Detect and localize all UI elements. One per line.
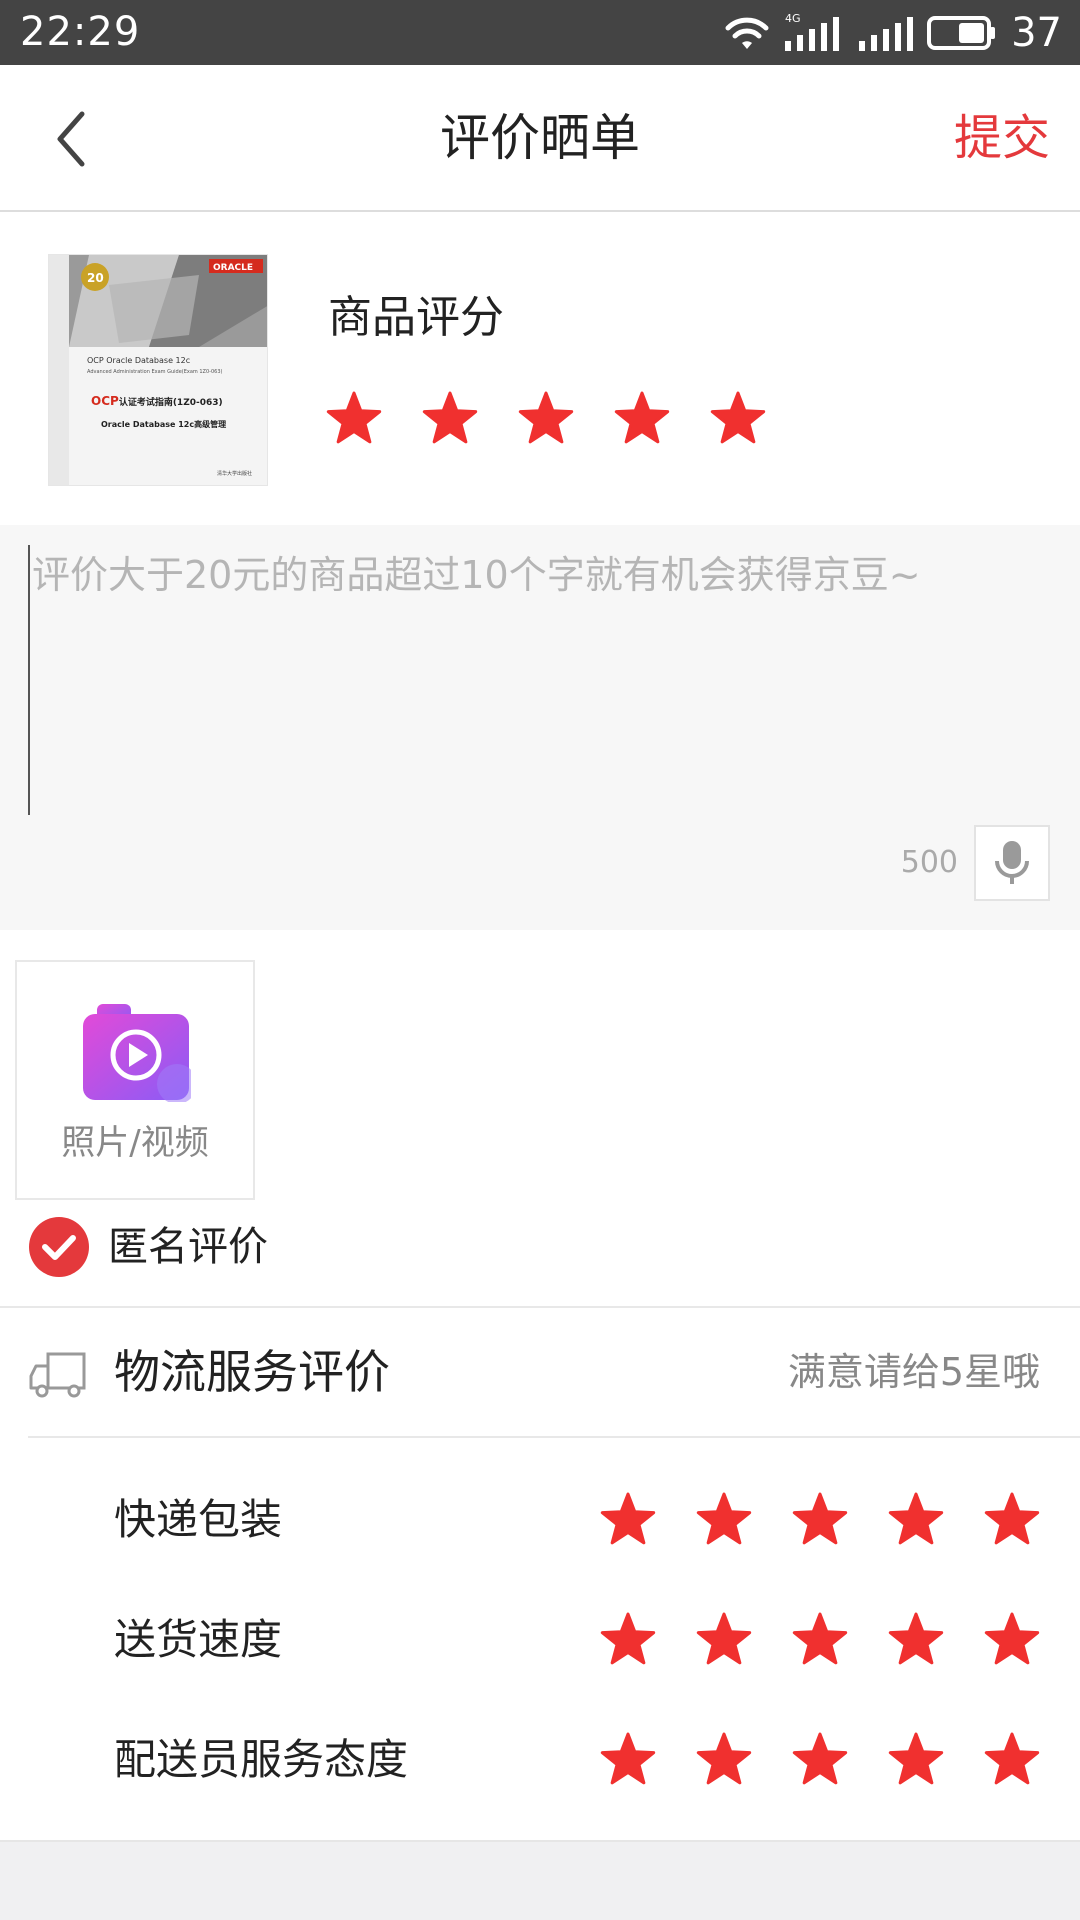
signal-4g-icon: 4G (785, 12, 840, 51)
star-icon[interactable] (710, 390, 766, 446)
divider (28, 1436, 1080, 1438)
voice-input-button[interactable] (974, 825, 1050, 901)
book-title-rest: 认证考试指南(1Z0-063) (119, 396, 223, 408)
book-brand: ORACLE (213, 263, 253, 273)
bottom-spacer (0, 1840, 1080, 1920)
star-icon[interactable] (888, 1611, 944, 1667)
logistics-header: 物流服务评价 满意请给5星哦 (0, 1308, 1080, 1438)
camera-video-icon (83, 1004, 191, 1102)
star-icon[interactable] (792, 1491, 848, 1547)
star-icon[interactable] (518, 390, 574, 446)
anonymous-label: 匿名评价 (108, 1224, 268, 1270)
review-textarea[interactable] (28, 545, 1048, 815)
delivery-speed-star-rating (600, 1611, 1040, 1667)
char-count: 500 (900, 845, 958, 880)
product-rating-section: 20 ORACLE OCP Oracle Database 12c Advanc… (0, 212, 1080, 525)
book-cover: 20 ORACLE OCP Oracle Database 12c Advanc… (49, 255, 267, 485)
rate-row-courier-service: 配送员服务态度 (0, 1700, 1080, 1820)
rate-label: 配送员服务态度 (114, 1735, 409, 1784)
microphone-icon (995, 841, 1029, 884)
book-title-ocp: OCP (91, 394, 119, 408)
book-publisher: 清华大学出版社 (217, 470, 252, 477)
truck-icon (29, 1352, 86, 1398)
star-icon[interactable] (600, 1611, 656, 1667)
anonymous-review-toggle[interactable]: 匿名评价 (28, 1212, 268, 1282)
star-icon[interactable] (696, 1491, 752, 1547)
courier-service-star-rating (600, 1731, 1040, 1787)
product-star-rating (326, 390, 766, 446)
star-icon[interactable] (696, 1731, 752, 1787)
star-icon[interactable] (326, 390, 382, 446)
upload-label: 照片/视频 (61, 1123, 209, 1163)
star-icon[interactable] (792, 1611, 848, 1667)
submit-button[interactable]: 提交 (954, 105, 1050, 171)
upload-photo-video-button[interactable]: 照片/视频 (15, 960, 255, 1200)
logistics-title: 物流服务评价 (114, 1345, 390, 1399)
book-subtitle: Oracle Database 12c高级管理 (101, 419, 226, 429)
product-image[interactable]: 20 ORACLE OCP Oracle Database 12c Advanc… (48, 254, 268, 486)
star-icon[interactable] (614, 390, 670, 446)
star-icon[interactable] (984, 1491, 1040, 1547)
status-icons: 4G 37 (725, 0, 1062, 65)
star-icon[interactable] (888, 1731, 944, 1787)
star-icon[interactable] (984, 1611, 1040, 1667)
signal-icon (859, 16, 914, 51)
rate-row-delivery-speed: 送货速度 (0, 1580, 1080, 1700)
network-type-label: 4G (785, 12, 801, 25)
star-icon[interactable] (600, 1491, 656, 1547)
wifi-icon (725, 17, 769, 49)
checkmark-circle-icon[interactable] (28, 1216, 90, 1278)
review-section: 500 (0, 525, 1080, 930)
battery-level: 37 (1011, 9, 1062, 56)
star-icon[interactable] (600, 1731, 656, 1787)
star-icon[interactable] (422, 390, 478, 446)
product-rating-label: 商品评分 (328, 292, 504, 343)
battery-icon (927, 15, 996, 50)
status-time: 22:29 (20, 9, 141, 55)
packaging-star-rating (600, 1491, 1040, 1547)
status-bar: 22:29 4G 37 (0, 0, 1080, 65)
rate-label: 送货速度 (114, 1615, 283, 1664)
book-line1: OCP Oracle Database 12c (87, 356, 190, 365)
book-edition-badge: 20 (87, 271, 104, 285)
header-bar: 评价晒单 提交 (0, 65, 1080, 212)
page-title: 评价晒单 (440, 109, 640, 167)
book-line2: Advanced Administration Exam Guide(Exam … (87, 369, 223, 375)
star-icon[interactable] (696, 1611, 752, 1667)
logistics-hint: 满意请给5星哦 (787, 1350, 1040, 1394)
star-icon[interactable] (984, 1731, 1040, 1787)
rate-label: 快递包装 (114, 1495, 283, 1544)
rate-row-packaging: 快递包装 (0, 1460, 1080, 1580)
star-icon[interactable] (792, 1731, 848, 1787)
star-icon[interactable] (888, 1491, 944, 1547)
